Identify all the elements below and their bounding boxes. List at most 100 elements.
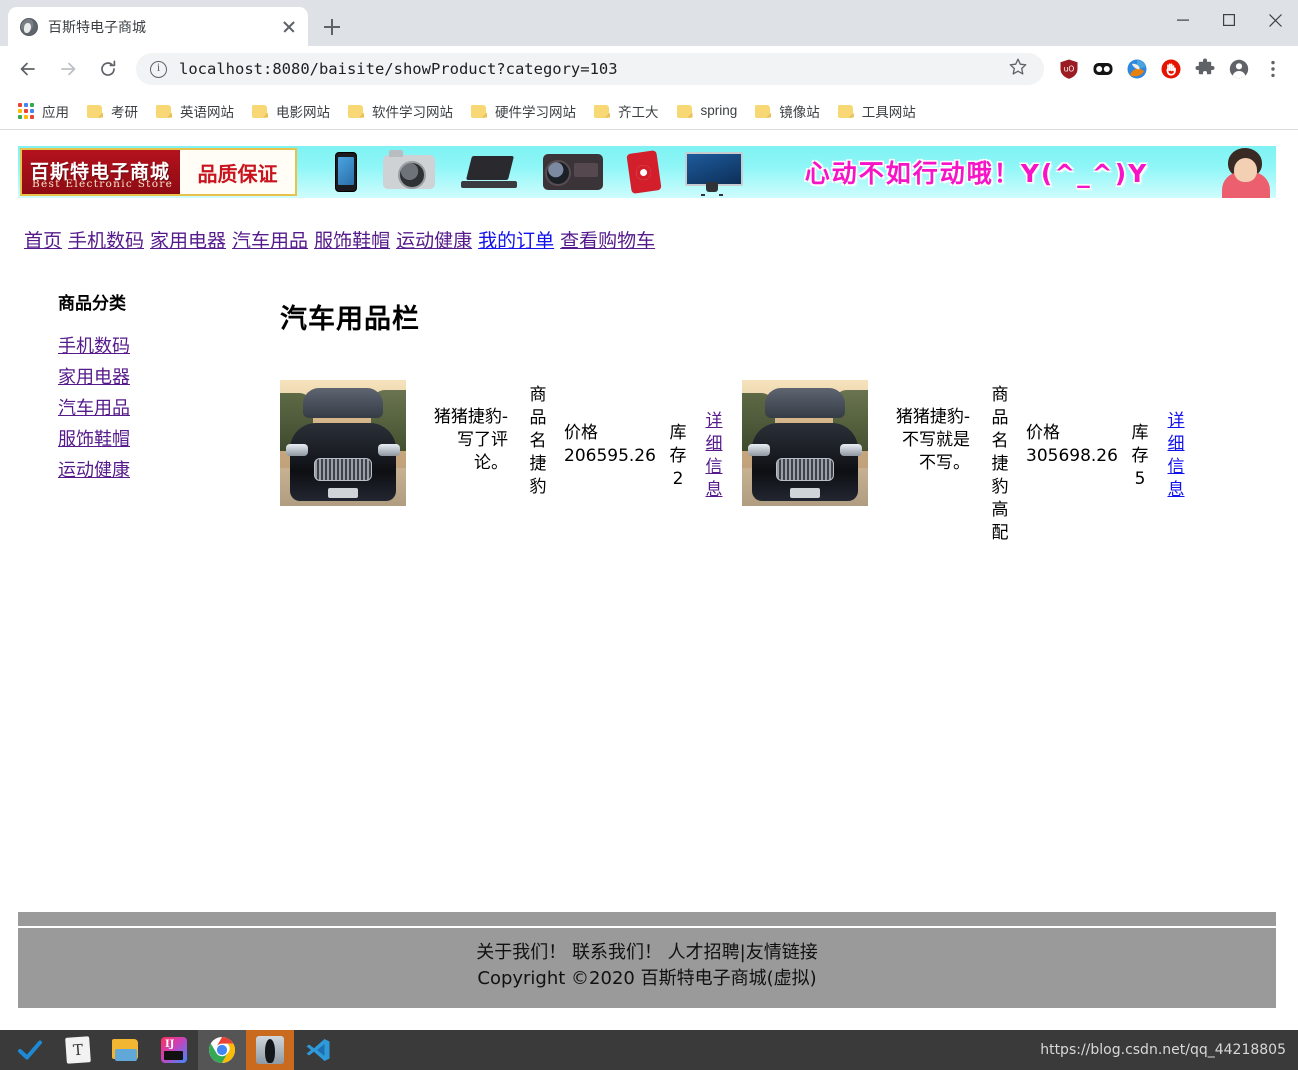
- new-tab-button[interactable]: [318, 13, 346, 41]
- jaguar-car-photo[interactable]: [742, 380, 868, 506]
- footer-links-line: 关于我们！ 联系我们！ 人才招聘|友情链接: [476, 941, 818, 963]
- dark-reader-icon[interactable]: [1088, 54, 1118, 84]
- product-name: 商品名捷豹: [529, 385, 547, 497]
- bookmark-software[interactable]: 软件学习网站: [340, 98, 461, 124]
- sidebar-heading: 商品分类: [58, 294, 126, 314]
- apps-grid-icon: [18, 102, 34, 119]
- taskbar-item-file-explorer[interactable]: [102, 1030, 150, 1070]
- quality-badge: 品质保证: [180, 150, 295, 194]
- bookmark-qlgd[interactable]: 齐工大: [586, 98, 667, 124]
- nav-link-auto[interactable]: 汽车用品: [232, 230, 308, 252]
- folder-icon: [471, 104, 487, 118]
- bookmark-tools[interactable]: 工具网站: [830, 98, 924, 124]
- banner-product-icons: [335, 150, 743, 194]
- bookmarks-bar: 应用 考研 英语网站 电影网站 软件学习网站 硬件学习网站 齐工大 spring…: [0, 92, 1298, 130]
- sidebar-item-appliances[interactable]: 家用电器: [58, 363, 270, 389]
- product-name: 商品名捷豹高配: [991, 385, 1009, 543]
- taskbar-item-intellij-idea[interactable]: IJ: [150, 1030, 198, 1070]
- footer-copyright: Copyright ©2020 百斯特电子商城(虚拟): [477, 967, 817, 989]
- sidebar-item-sports[interactable]: 运动健康: [58, 456, 270, 482]
- minimize-button[interactable]: [1160, 0, 1206, 40]
- window-controls: [1160, 0, 1298, 40]
- taskbar-item-checkmark[interactable]: [6, 1030, 54, 1070]
- product-card: 猪猪捷豹-写了评论。 商品名捷豹 价格 206595.26 库存 2 详细信息: [280, 380, 724, 506]
- back-icon[interactable]: [11, 52, 45, 86]
- product-stock: 库存 5: [1131, 423, 1149, 489]
- colorful-extension-icon[interactable]: [1122, 54, 1152, 84]
- browser-tab[interactable]: 百斯特电子商城: [8, 7, 308, 46]
- product-stock: 库存 2: [669, 423, 687, 489]
- sidebar-item-phones[interactable]: 手机数码: [58, 332, 270, 358]
- phone-icon: [335, 152, 357, 192]
- bookmark-english[interactable]: 英语网站: [148, 98, 242, 124]
- product-detail-link-wrap: 详细信息: [704, 410, 724, 502]
- product-detail-link[interactable]: 详细信息: [706, 411, 723, 500]
- folder-icon: [837, 104, 854, 118]
- folder-icon: [755, 104, 771, 118]
- browser-window: 百斯特电子商城 i localhost:8080/baisite/showPro…: [0, 0, 1298, 1030]
- page-viewport: 百斯特电子商城 Best Electronic Store 品质保证 心动不如行…: [0, 130, 1298, 1030]
- vscode-icon: [306, 1039, 330, 1061]
- jaguar-car-photo[interactable]: [280, 380, 406, 506]
- address-bar[interactable]: localhost:8080/baisite/showProduct?categ…: [136, 53, 1044, 85]
- chrome-menu-icon[interactable]: [1258, 54, 1288, 84]
- logo-english-text: Best Electronic Store: [32, 178, 174, 190]
- mp3-player-icon: [626, 150, 662, 194]
- page-footer: 关于我们！ 联系我们！ 人才招聘|友情链接 Copyright ©2020 百斯…: [18, 911, 1276, 1008]
- folder-icon: [348, 104, 364, 118]
- profile-avatar-icon[interactable]: [1224, 54, 1254, 84]
- taskbar-item-typora[interactable]: T: [54, 1030, 102, 1070]
- close-window-button[interactable]: [1252, 0, 1298, 40]
- close-icon[interactable]: [278, 16, 300, 38]
- nav-link-apparel[interactable]: 服饰鞋帽: [314, 230, 390, 252]
- bookmark-spring[interactable]: spring: [669, 98, 746, 124]
- laptop-icon: [461, 156, 517, 188]
- adblock-icon[interactable]: [1156, 54, 1186, 84]
- site-logo: 百斯特电子商城 Best Electronic Store 品质保证: [20, 148, 297, 196]
- bookmark-apps[interactable]: 应用: [10, 98, 77, 124]
- camcorder-icon: [543, 154, 603, 190]
- bookmark-hardware[interactable]: 硬件学习网站: [463, 98, 584, 124]
- forward-icon[interactable]: [51, 52, 85, 86]
- watermark-text: https://blog.csdn.net/qq_44218805: [1040, 1042, 1286, 1058]
- file-explorer-icon: [112, 1039, 140, 1061]
- page-content: 商品分类 手机数码 家用电器 汽车用品 服饰鞋帽 运动健康 汽车用品栏 猪猪捷豹…: [0, 251, 1298, 545]
- product-card: 猪猪捷豹-不写就是不写。 商品名捷豹高配 价格 305698.26 库存 5 详…: [742, 380, 1186, 545]
- globe-icon: [20, 17, 38, 36]
- bookmark-star-icon[interactable]: [1008, 57, 1032, 81]
- monitor-icon: [685, 152, 743, 192]
- product-listing: 汽车用品栏 猪猪捷豹-写了评论。 商品名捷豹 价格 206595.26 库存 2…: [270, 289, 1298, 545]
- windows-taskbar: T IJ https://blog.csdn.net/qq_44218805: [0, 1030, 1298, 1070]
- taskbar-item-app[interactable]: [246, 1030, 294, 1070]
- taskbar-item-vscode[interactable]: [294, 1030, 342, 1070]
- extensions-puzzle-icon[interactable]: [1190, 54, 1220, 84]
- nav-link-my-orders[interactable]: 我的订单: [478, 230, 554, 252]
- ublock-origin-icon[interactable]: uO: [1054, 54, 1084, 84]
- bookmark-label: 硬件学习网站: [495, 104, 576, 120]
- bookmark-mirror[interactable]: 镜像站: [747, 98, 828, 124]
- maximize-button[interactable]: [1206, 0, 1252, 40]
- product-detail-link[interactable]: 详细信息: [1168, 411, 1185, 500]
- page-title: 汽车用品栏: [280, 304, 420, 335]
- nav-link-sports[interactable]: 运动健康: [396, 230, 472, 252]
- sidebar-item-apparel[interactable]: 服饰鞋帽: [58, 425, 270, 451]
- bookmark-label: 软件学习网站: [372, 104, 453, 120]
- nav-link-appliances[interactable]: 家用电器: [150, 230, 226, 252]
- category-sidebar: 商品分类 手机数码 家用电器 汽车用品 服饰鞋帽 运动健康: [0, 289, 270, 545]
- nav-link-home[interactable]: 首页: [24, 230, 62, 252]
- bookmark-movies[interactable]: 电影网站: [244, 98, 338, 124]
- nav-link-cart[interactable]: 查看购物车: [560, 230, 655, 252]
- bookmark-label: 镜像站: [779, 104, 820, 120]
- typora-icon: T: [65, 1036, 91, 1064]
- tab-strip: 百斯特电子商城: [0, 0, 1298, 46]
- tab-title: 百斯特电子商城: [48, 18, 146, 35]
- site-banner: 百斯特电子商城 Best Electronic Store 品质保证 心动不如行…: [18, 146, 1276, 198]
- product-detail-link-wrap: 详细信息: [1166, 410, 1186, 502]
- nav-link-phones[interactable]: 手机数码: [68, 230, 144, 252]
- bookmark-kaoyan[interactable]: 考研: [79, 98, 146, 124]
- sidebar-item-auto[interactable]: 汽车用品: [58, 394, 270, 420]
- shop-page: 百斯特电子商城 Best Electronic Store 品质保证 心动不如行…: [0, 130, 1298, 1008]
- taskbar-item-chrome[interactable]: [198, 1030, 246, 1070]
- site-info-icon[interactable]: [150, 60, 167, 78]
- reload-icon[interactable]: [91, 52, 125, 86]
